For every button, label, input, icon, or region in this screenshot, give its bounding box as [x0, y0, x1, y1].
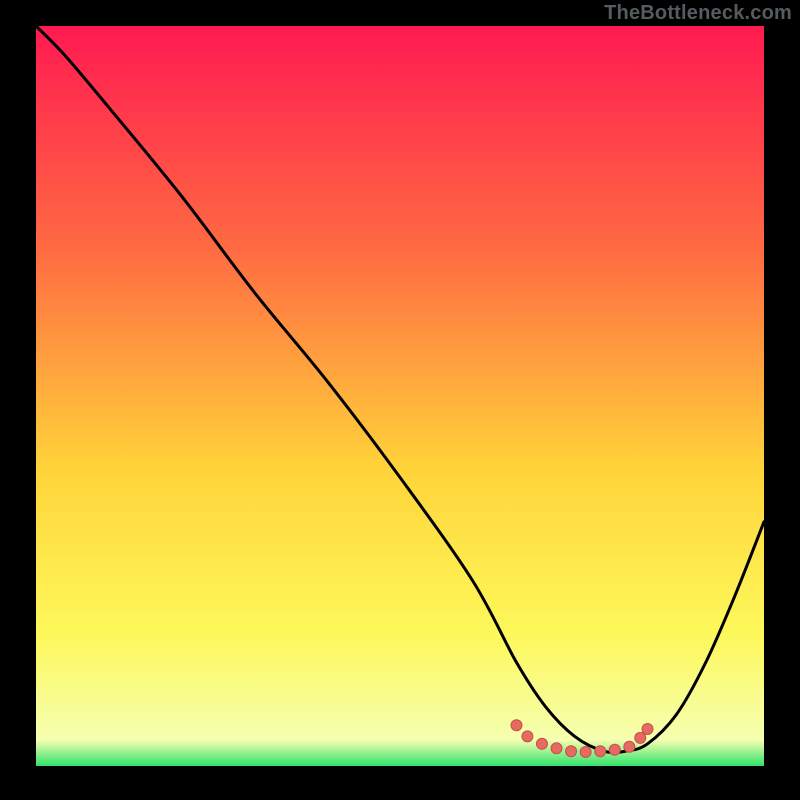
highlight-dot [609, 744, 620, 755]
highlight-dot [595, 746, 606, 757]
highlight-dot [551, 743, 562, 754]
highlight-dot [566, 746, 577, 757]
chart-plot-area [36, 26, 764, 766]
highlight-dot [522, 731, 533, 742]
chart-svg [36, 26, 764, 766]
highlight-dot [635, 732, 646, 743]
highlight-dot [536, 738, 547, 749]
highlight-dot [642, 724, 653, 735]
highlight-dot [624, 741, 635, 752]
watermark-text: TheBottleneck.com [604, 2, 792, 25]
gradient-background [36, 26, 764, 766]
highlight-dot [511, 720, 522, 731]
highlight-dot [580, 746, 591, 757]
chart-container: TheBottleneck.com [0, 0, 800, 800]
